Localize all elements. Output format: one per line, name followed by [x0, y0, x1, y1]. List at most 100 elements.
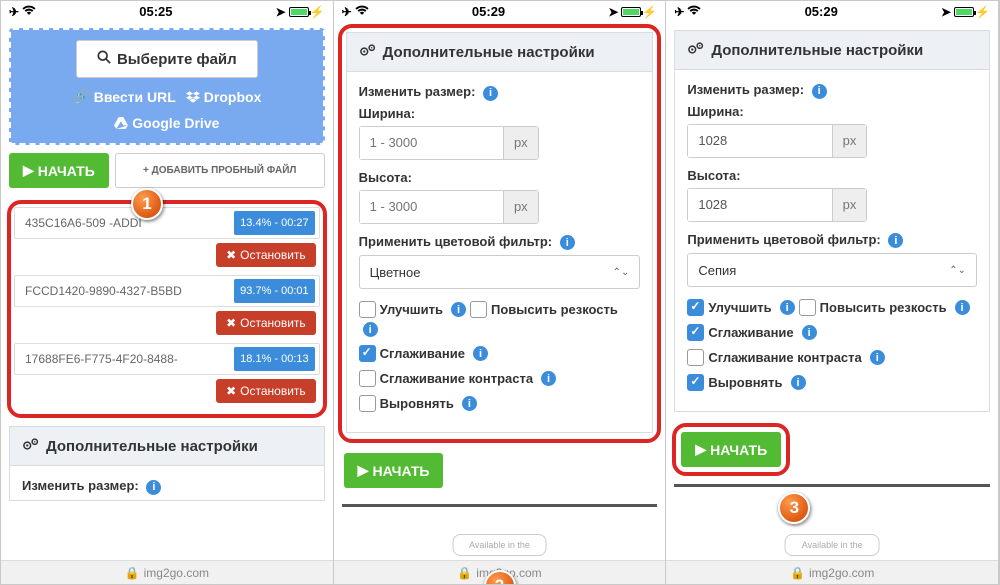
stop-button[interactable]: ✖ Остановить — [216, 243, 316, 267]
enter-url-link[interactable]: 🔗 Ввести URL — [72, 88, 175, 105]
chevron-updown-icon: ⌃⌄ — [613, 267, 630, 278]
info-icon[interactable]: i — [483, 86, 498, 101]
settings-header[interactable]: Дополнительные настройки — [674, 30, 990, 70]
domain: img2go.com — [144, 566, 209, 580]
airplane-mode-icon: ✈ — [674, 5, 684, 19]
settings-body: Изменить размер: i Ширина: px Высота: px… — [346, 72, 654, 433]
align-checkbox[interactable] — [359, 395, 376, 412]
status-time: 05:29 — [369, 4, 609, 19]
filter-select[interactable]: Сепия ⌃⌄ — [687, 253, 977, 287]
divider — [674, 484, 990, 487]
gdrive-icon — [114, 117, 128, 129]
status-time: 05:25 — [36, 4, 276, 19]
lock-icon: 🔒 — [790, 566, 805, 580]
location-icon: ➤ — [941, 5, 951, 19]
address-bar[interactable]: 🔒 img2go.com — [1, 560, 333, 584]
dropbox-icon — [186, 91, 200, 103]
phone-screen-1: ✈ 05:25 ➤ ⚡ Выберите файл 🔗 Ввести URL — [1, 1, 334, 584]
search-icon — [97, 50, 111, 68]
width-input[interactable]: px — [359, 126, 539, 160]
filter-select[interactable]: Цветное ⌃⌄ — [359, 255, 641, 289]
start-button[interactable]: ▶ НАЧАТЬ — [9, 153, 109, 188]
info-icon[interactable]: i — [955, 300, 970, 315]
info-icon[interactable]: i — [462, 396, 477, 411]
files-list: 1 435C16A6-509 -ADDI 13.4% - 00:27 ✖ Ост… — [7, 200, 327, 418]
file-item: 435C16A6-509 -ADDI 13.4% - 00:27 ✖ Остан… — [14, 207, 320, 271]
info-icon[interactable]: i — [888, 233, 903, 248]
settings-body: Изменить размер: i — [9, 466, 325, 501]
start-button[interactable]: ▶ НАЧАТЬ — [344, 453, 444, 488]
info-icon[interactable]: i — [870, 350, 885, 365]
smooth-contrast-checkbox[interactable] — [687, 349, 704, 366]
content: Выберите файл 🔗 Ввести URL Dropbox Googl… — [1, 22, 333, 584]
lock-icon: 🔒 — [125, 566, 140, 580]
domain: img2go.com — [809, 566, 874, 580]
file-progress: 13.4% - 00:27 — [234, 211, 315, 235]
info-icon[interactable]: i — [560, 235, 575, 250]
callout-3: 3 — [778, 492, 810, 524]
align-checkbox[interactable] — [687, 374, 704, 391]
file-item: 17688FE6-F775-4F20-8488- 18.1% - 00:13 ✖… — [14, 343, 320, 407]
settings-header[interactable]: Дополнительные настройки — [9, 426, 325, 466]
battery-icon: ⚡ — [621, 5, 657, 19]
file-name: 17688FE6-F775-4F20-8488- — [25, 352, 234, 366]
info-icon[interactable]: i — [780, 300, 795, 315]
content: Дополнительные настройки Изменить размер… — [334, 22, 666, 584]
sharpen-checkbox[interactable] — [470, 301, 487, 318]
gears-icon — [359, 43, 377, 61]
battery-icon: ⚡ — [954, 5, 990, 19]
start-highlight: ▶ НАЧАТЬ — [672, 423, 790, 476]
phone-screen-2: ✈ 05:29 ➤ ⚡ Дополнительные настройки Изм… — [334, 1, 667, 584]
appstore-badge[interactable]: Available in the — [452, 534, 547, 556]
chevron-updown-icon: ⌃⌄ — [949, 265, 966, 276]
file-progress: 93.7% - 00:01 — [234, 279, 315, 303]
file-item: FCCD1420-9890-4327-B5BD 93.7% - 00:01 ✖ … — [14, 275, 320, 339]
content: Дополнительные настройки Изменить размер… — [666, 22, 998, 584]
address-bar[interactable]: 🔒 img2go.com — [666, 560, 998, 584]
enhance-checkbox[interactable] — [687, 299, 704, 316]
height-input[interactable]: px — [359, 190, 539, 224]
settings-header[interactable]: Дополнительные настройки — [346, 32, 654, 72]
info-icon[interactable]: i — [146, 480, 161, 495]
gears-icon — [687, 41, 705, 59]
start-button[interactable]: ▶ НАЧАТЬ — [681, 432, 781, 467]
stop-button[interactable]: ✖ Остановить — [216, 311, 316, 335]
height-input[interactable]: px — [687, 188, 867, 222]
gears-icon — [22, 437, 40, 455]
choose-file-button[interactable]: Выберите файл — [76, 40, 258, 78]
info-icon[interactable]: i — [802, 325, 817, 340]
status-bar: ✈ 05:29 ➤ ⚡ — [666, 1, 998, 22]
battery-icon: ⚡ — [289, 5, 325, 19]
location-icon: ➤ — [608, 5, 618, 19]
width-input[interactable]: px — [687, 124, 867, 158]
file-name: FCCD1420-9890-4327-B5BD — [25, 284, 234, 298]
airplane-mode-icon: ✈ — [9, 5, 19, 19]
phone-screen-3: ✈ 05:29 ➤ ⚡ Дополнительные настройки Изм… — [666, 1, 999, 584]
info-icon[interactable]: i — [791, 375, 806, 390]
info-icon[interactable]: i — [451, 302, 466, 317]
status-bar: ✈ 05:29 ➤ ⚡ — [334, 1, 666, 22]
smooth-contrast-checkbox[interactable] — [359, 370, 376, 387]
upload-card: Выберите файл 🔗 Ввести URL Dropbox Googl… — [9, 28, 325, 145]
appstore-badge[interactable]: Available in the — [785, 534, 880, 556]
settings-body: Изменить размер: i Ширина: px Высота: px… — [674, 70, 990, 412]
smooth-checkbox[interactable] — [359, 345, 376, 362]
wifi-icon — [355, 5, 369, 19]
stop-button[interactable]: ✖ Остановить — [216, 379, 316, 403]
wifi-icon — [22, 5, 36, 19]
status-time: 05:29 — [701, 4, 941, 19]
file-name: 435C16A6-509 -ADDI — [25, 216, 234, 230]
info-icon[interactable]: i — [363, 322, 378, 337]
info-icon[interactable]: i — [541, 371, 556, 386]
add-sample-button[interactable]: + ДОБАВИТЬ ПРОБНЫЙ ФАЙЛ — [115, 153, 325, 188]
smooth-checkbox[interactable] — [687, 324, 704, 341]
dropbox-link[interactable]: Dropbox — [186, 88, 262, 105]
gdrive-link[interactable]: Google Drive — [114, 115, 219, 131]
enhance-checkbox[interactable] — [359, 301, 376, 318]
file-progress: 18.1% - 00:13 — [234, 347, 315, 371]
info-icon[interactable]: i — [473, 346, 488, 361]
info-icon[interactable]: i — [812, 84, 827, 99]
callout-1: 1 — [131, 188, 163, 220]
settings-highlight: Дополнительные настройки Изменить размер… — [338, 24, 662, 443]
sharpen-checkbox[interactable] — [799, 299, 816, 316]
